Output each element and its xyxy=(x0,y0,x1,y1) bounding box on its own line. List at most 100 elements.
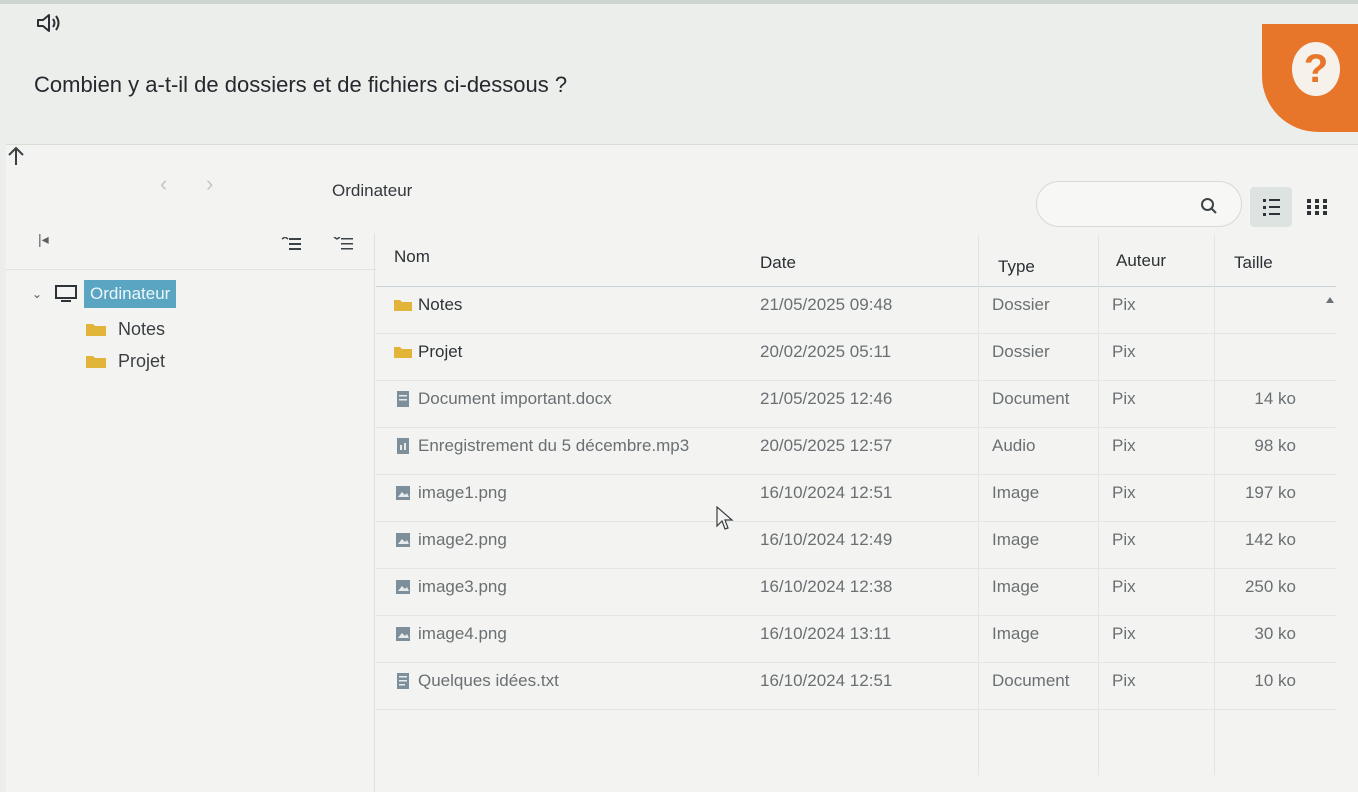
grid-view-icon[interactable] xyxy=(1306,197,1328,217)
table-row[interactable]: image2.png 16/10/2024 12:49 Image Pix 14… xyxy=(376,522,1336,569)
collapse-sidebar-icon[interactable]: |◂ xyxy=(38,231,49,248)
file-type: Audio xyxy=(992,436,1036,455)
column-header-author[interactable]: Auteur xyxy=(1116,251,1166,271)
table-header: Nom Date Type Auteur Taille xyxy=(376,235,1336,287)
table-row[interactable]: Notes 21/05/2025 09:48 Dossier Pix xyxy=(376,287,1336,334)
file-type: Dossier xyxy=(992,342,1050,361)
tree-item-label: Notes xyxy=(118,318,166,339)
computer-icon xyxy=(55,285,77,302)
file-name-cell: image3.png xyxy=(394,577,507,597)
file-name: Document important.docx xyxy=(418,389,612,408)
file-date: 21/05/2025 12:46 xyxy=(760,389,893,408)
tree-item-label: Projet xyxy=(118,350,166,371)
file-type: Image xyxy=(992,624,1040,643)
file-list: Notes 21/05/2025 09:48 Dossier Pix Proje… xyxy=(376,287,1336,710)
file-name-cell: image1.png xyxy=(394,483,507,503)
list-view-button[interactable] xyxy=(1250,187,1292,227)
tree-item-projet[interactable]: Projet xyxy=(86,349,165,373)
file-name: Quelques idées.txt xyxy=(418,671,559,690)
file-date: 16/10/2024 12:38 xyxy=(760,577,893,596)
table-row[interactable]: Document important.docx 21/05/2025 12:46… xyxy=(376,381,1336,428)
file-size: 142 ko xyxy=(1244,530,1296,549)
file-author: Pix xyxy=(1112,671,1136,690)
file-name: image3.png xyxy=(418,577,507,596)
table-row[interactable]: Quelques idées.txt 16/10/2024 12:51 Docu… xyxy=(376,663,1336,710)
image-icon xyxy=(396,627,410,641)
tree-item-notes[interactable]: Notes xyxy=(86,317,165,341)
table-row[interactable]: image4.png 16/10/2024 13:11 Image Pix 30… xyxy=(376,616,1336,663)
table-row[interactable]: image1.png 16/10/2024 12:51 Image Pix 19… xyxy=(376,475,1336,522)
tree-item-ordinateur[interactable]: ⌄ Ordinateur xyxy=(32,279,177,309)
up-arrow-icon[interactable] xyxy=(6,145,26,167)
file-name: image2.png xyxy=(418,530,507,549)
image-icon xyxy=(396,486,410,500)
file-name-cell: Projet xyxy=(394,342,462,362)
column-header-size[interactable]: Taille xyxy=(1234,253,1273,273)
chevron-down-icon[interactable]: ⌄ xyxy=(32,287,44,301)
file-name: image4.png xyxy=(418,624,507,643)
file-type: Document xyxy=(992,389,1070,408)
file-author: Pix xyxy=(1112,577,1136,596)
file-name-cell: image4.png xyxy=(394,624,507,644)
file-author: Pix xyxy=(1112,530,1136,549)
file-name-cell: Document important.docx xyxy=(394,389,612,409)
file-size: 98 ko xyxy=(1254,436,1296,455)
list-view-icon xyxy=(1263,199,1280,216)
tree-item-label[interactable]: Ordinateur xyxy=(84,280,177,308)
file-date: 20/05/2025 12:57 xyxy=(760,436,893,455)
file-date: 16/10/2024 13:11 xyxy=(760,624,892,643)
top-divider xyxy=(0,0,1358,4)
file-date: 16/10/2024 12:49 xyxy=(760,530,893,549)
image-icon xyxy=(396,533,410,547)
document-icon xyxy=(397,391,409,407)
column-header-date[interactable]: Date xyxy=(760,253,796,273)
column-header-name[interactable]: Nom xyxy=(394,247,430,267)
search-icon[interactable] xyxy=(1200,197,1218,215)
forward-button[interactable]: › xyxy=(206,171,213,197)
file-type: Image xyxy=(992,483,1040,502)
table-row[interactable]: Projet 20/02/2025 05:11 Dossier Pix xyxy=(376,334,1336,381)
table-row[interactable]: image3.png 16/10/2024 12:38 Image Pix 25… xyxy=(376,569,1336,616)
file-name-cell: image2.png xyxy=(394,530,507,550)
pane-divider xyxy=(374,233,375,792)
file-date: 16/10/2024 12:51 xyxy=(760,671,893,690)
table-row[interactable]: Enregistrement du 5 décembre.mp3 20/05/2… xyxy=(376,428,1336,475)
speaker-icon[interactable] xyxy=(36,12,64,34)
file-name-cell: Enregistrement du 5 décembre.mp3 xyxy=(394,436,689,456)
file-name-cell: Quelques idées.txt xyxy=(394,671,559,691)
mouse-cursor-icon xyxy=(716,506,734,530)
file-name: Projet xyxy=(418,342,463,361)
file-explorer: ‹ › Ordinateur |◂ ⌄ Ordinateur Notes Pro… xyxy=(6,144,1358,792)
file-size: 250 ko xyxy=(1244,577,1296,596)
sort-descending-icon[interactable] xyxy=(332,237,354,251)
quiz-page: Combien y a-t-il de dossiers et de fichi… xyxy=(0,0,1358,792)
file-author: Pix xyxy=(1112,389,1136,408)
file-size: 14 ko xyxy=(1254,389,1296,408)
sort-ascending-icon[interactable] xyxy=(280,237,302,251)
file-size: 197 ko xyxy=(1244,483,1296,502)
help-badge[interactable]: ? xyxy=(1262,24,1358,132)
file-author: Pix xyxy=(1112,295,1136,314)
folder-icon xyxy=(394,347,412,358)
file-type: Image xyxy=(992,530,1040,549)
audio-icon xyxy=(397,438,409,454)
text-file-icon xyxy=(397,673,409,689)
column-header-type[interactable]: Type xyxy=(998,257,1035,277)
file-date: 16/10/2024 12:51 xyxy=(760,483,893,502)
file-name: Notes xyxy=(418,295,463,314)
scroll-up-arrow-icon[interactable] xyxy=(1326,297,1334,303)
file-author: Pix xyxy=(1112,436,1136,455)
file-author: Pix xyxy=(1112,483,1136,502)
file-size: 30 ko xyxy=(1254,624,1296,643)
file-author: Pix xyxy=(1112,342,1136,361)
file-type: Dossier xyxy=(992,295,1050,314)
file-date: 21/05/2025 09:48 xyxy=(760,295,893,314)
help-icon: ? xyxy=(1292,42,1340,96)
question-text: Combien y a-t-il de dossiers et de fichi… xyxy=(34,72,568,97)
current-path: Ordinateur xyxy=(332,181,413,200)
folder-icon xyxy=(394,300,412,311)
file-type: Image xyxy=(992,577,1040,596)
file-size: 10 ko xyxy=(1254,671,1296,690)
back-button[interactable]: ‹ xyxy=(160,171,167,197)
file-name: Enregistrement du 5 décembre.mp3 xyxy=(418,436,690,455)
